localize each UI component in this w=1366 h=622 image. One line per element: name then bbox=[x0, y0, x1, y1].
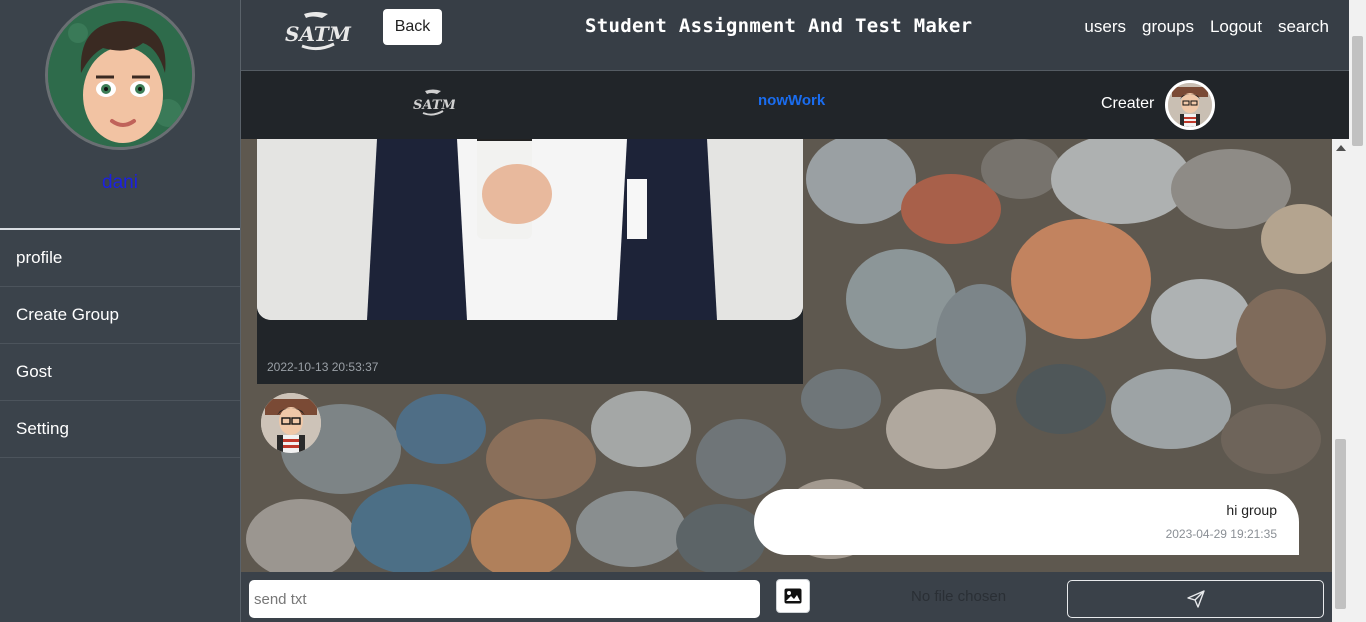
send-button[interactable] bbox=[1067, 580, 1324, 618]
sidebar-item-setting[interactable]: Setting bbox=[0, 401, 240, 458]
profile-block: dani bbox=[0, 0, 240, 230]
file-status[interactable]: No file chosen bbox=[911, 588, 1006, 605]
paper-plane-icon bbox=[1186, 590, 1205, 608]
image-icon bbox=[784, 588, 802, 604]
sidebar-item-profile[interactable]: profile bbox=[0, 230, 240, 287]
message-timestamp: 2023-04-29 19:21:35 bbox=[1165, 527, 1277, 541]
creater-label: Creater bbox=[1101, 95, 1155, 112]
sidebar: dani profile Create Group Gost Setting bbox=[0, 0, 241, 622]
message-bubble-sent[interactable]: hi group 2023-04-29 19:21:35 bbox=[754, 489, 1299, 555]
nav-link-logout[interactable]: Logout bbox=[1210, 17, 1262, 37]
svg-text:SATM: SATM bbox=[413, 98, 455, 113]
sender-avatar[interactable] bbox=[261, 393, 321, 453]
user-avatar[interactable] bbox=[45, 0, 195, 150]
creater-avatar[interactable] bbox=[1165, 80, 1215, 130]
group-logo: SATM bbox=[411, 87, 456, 119]
chat-scroll-thumb[interactable] bbox=[1335, 439, 1346, 609]
nav-link-users[interactable]: users bbox=[1084, 17, 1126, 37]
sidebar-item-gost[interactable]: Gost bbox=[0, 344, 240, 401]
chat-scrollbar[interactable] bbox=[1332, 139, 1349, 622]
nav-link-search[interactable]: search bbox=[1278, 17, 1329, 37]
svg-text:SATM: SATM bbox=[285, 22, 352, 46]
nav-link-groups[interactable]: groups bbox=[1142, 17, 1194, 37]
app-title: Student Assignment And Test Maker bbox=[585, 15, 973, 37]
sidebar-item-create-group[interactable]: Create Group bbox=[0, 287, 240, 344]
image-upload-button[interactable] bbox=[776, 579, 810, 613]
message-image-card[interactable]: 2022-10-13 20:53:37 bbox=[257, 139, 803, 384]
message-photo[interactable] bbox=[257, 139, 803, 320]
message-input[interactable] bbox=[249, 580, 760, 618]
username: dani bbox=[102, 172, 138, 193]
top-navbar: SATM Back Student Assignment And Test Ma… bbox=[241, 0, 1366, 71]
message-timestamp: 2022-10-13 20:53:37 bbox=[267, 360, 379, 374]
message-text: hi group bbox=[1226, 502, 1277, 518]
page-scrollbar[interactable] bbox=[1349, 0, 1366, 622]
message-input-bar: No file chosen bbox=[241, 572, 1332, 622]
page-scroll-thumb[interactable] bbox=[1352, 36, 1363, 146]
group-name[interactable]: nowWork bbox=[758, 92, 825, 109]
chat-area[interactable]: 2022-10-13 20:53:37 hi group 2023-04-29 … bbox=[241, 139, 1332, 572]
nav-links: users groups Logout search bbox=[1084, 17, 1329, 37]
scroll-up-arrow-icon[interactable] bbox=[1336, 145, 1346, 151]
back-button[interactable]: Back bbox=[383, 9, 442, 45]
satm-logo[interactable]: SATM bbox=[282, 8, 352, 54]
group-header: SATM nowWork Creater bbox=[241, 71, 1349, 139]
